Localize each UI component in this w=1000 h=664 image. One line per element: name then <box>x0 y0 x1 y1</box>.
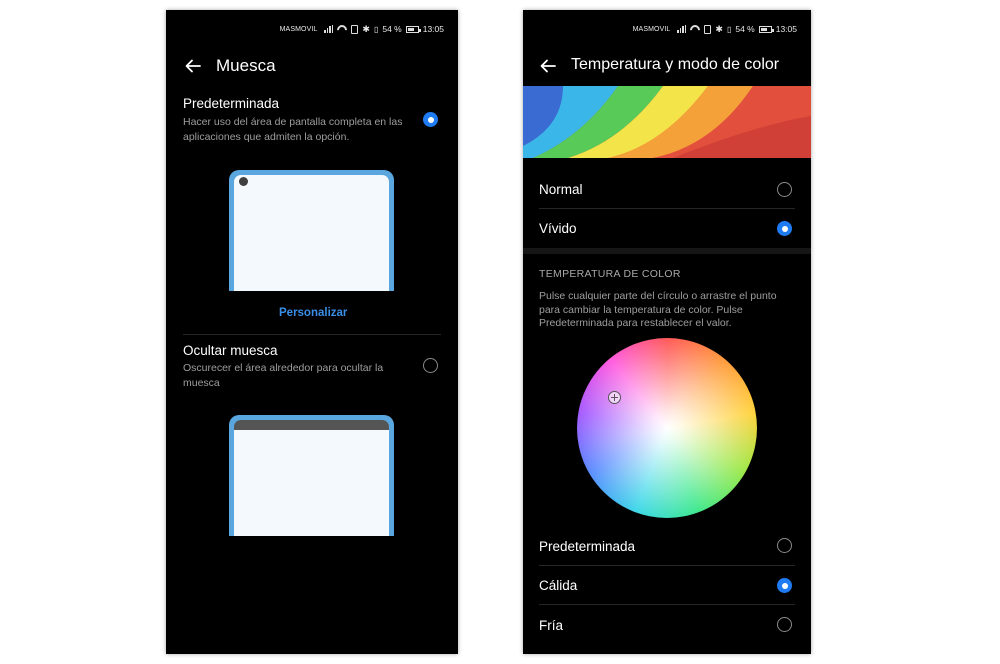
battery-icon <box>405 25 421 33</box>
temperature-label: Fría <box>539 618 564 633</box>
mode-normal-radio[interactable] <box>777 182 792 197</box>
divider <box>183 334 441 335</box>
app-bar: Temperatura y modo de color <box>523 54 811 78</box>
wifi-icon <box>337 25 347 33</box>
section-description: Pulse cualquier parte del círculo o arra… <box>539 290 777 329</box>
back-arrow-icon[interactable] <box>184 57 202 75</box>
notch-hidden-illustration <box>229 415 394 536</box>
clock: 13:05 <box>775 24 797 34</box>
temperature-label: Cálida <box>539 578 578 593</box>
color-settings-screen: MASMOVIL ✱ ▯ 54 % 13:05 Temperatura y mo… <box>523 10 811 654</box>
status-bar: MASMOVIL ✱ ▯ 54 % 13:05 <box>280 23 444 35</box>
battery-icon <box>758 25 774 33</box>
bluetooth-icon: ✱ <box>715 23 723 34</box>
hidden-notch-band <box>234 420 389 430</box>
battery-percent: 54 % <box>382 24 402 34</box>
clock: 13:05 <box>422 24 444 34</box>
page-title: Temperatura y modo de color <box>571 56 780 73</box>
carrier-label: MASMOVIL <box>632 25 671 33</box>
bluetooth-icon: ✱ <box>362 23 370 34</box>
divider <box>539 565 795 566</box>
option-hide-title: Ocultar muesca <box>183 343 278 358</box>
section-title: TEMPERATURA DE COLOR <box>539 268 681 280</box>
signal-icon <box>677 25 687 33</box>
camera-notch-dot <box>239 177 248 186</box>
page-title: Muesca <box>216 56 276 75</box>
notch-settings-screen: MASMOVIL ✱ ▯ 54 % 13:05 Muesca Predeterm… <box>166 10 458 654</box>
color-temperature-wheel[interactable] <box>577 338 757 518</box>
mode-label: Vívido <box>539 221 577 236</box>
sim-icon <box>704 24 712 34</box>
vibrate-icon: ▯ <box>373 24 379 34</box>
mode-label: Normal <box>539 182 583 197</box>
option-default-radio[interactable] <box>423 112 438 127</box>
option-hide-description: Oscurecer el área alrededor para ocultar… <box>183 362 384 389</box>
carrier-label: MASMOVIL <box>279 25 318 33</box>
section-divider <box>523 248 811 254</box>
signal-icon <box>324 25 334 33</box>
vibrate-icon: ▯ <box>726 24 732 34</box>
wifi-icon <box>690 25 700 33</box>
option-hide-radio[interactable] <box>423 358 438 373</box>
divider <box>539 604 795 605</box>
mode-vivid-radio[interactable] <box>777 221 792 236</box>
app-bar: Muesca <box>166 54 458 78</box>
option-default-title: Predeterminada <box>183 96 280 111</box>
sim-icon <box>351 24 359 34</box>
temp-default-radio[interactable] <box>777 538 792 553</box>
color-picker-icon[interactable] <box>608 391 621 404</box>
color-banner-image <box>523 86 811 158</box>
temperature-label: Predeterminada <box>539 539 636 554</box>
divider <box>539 208 795 209</box>
battery-percent: 54 % <box>735 24 755 34</box>
status-bar: MASMOVIL ✱ ▯ 54 % 13:05 <box>633 23 797 35</box>
notch-default-illustration <box>229 170 394 291</box>
temp-warm-radio[interactable] <box>777 578 792 593</box>
customize-link[interactable]: Personalizar <box>279 307 347 319</box>
back-arrow-icon[interactable] <box>539 57 557 75</box>
temp-cool-radio[interactable] <box>777 617 792 632</box>
option-default-description: Hacer uso del área de pantalla completa … <box>183 116 403 143</box>
